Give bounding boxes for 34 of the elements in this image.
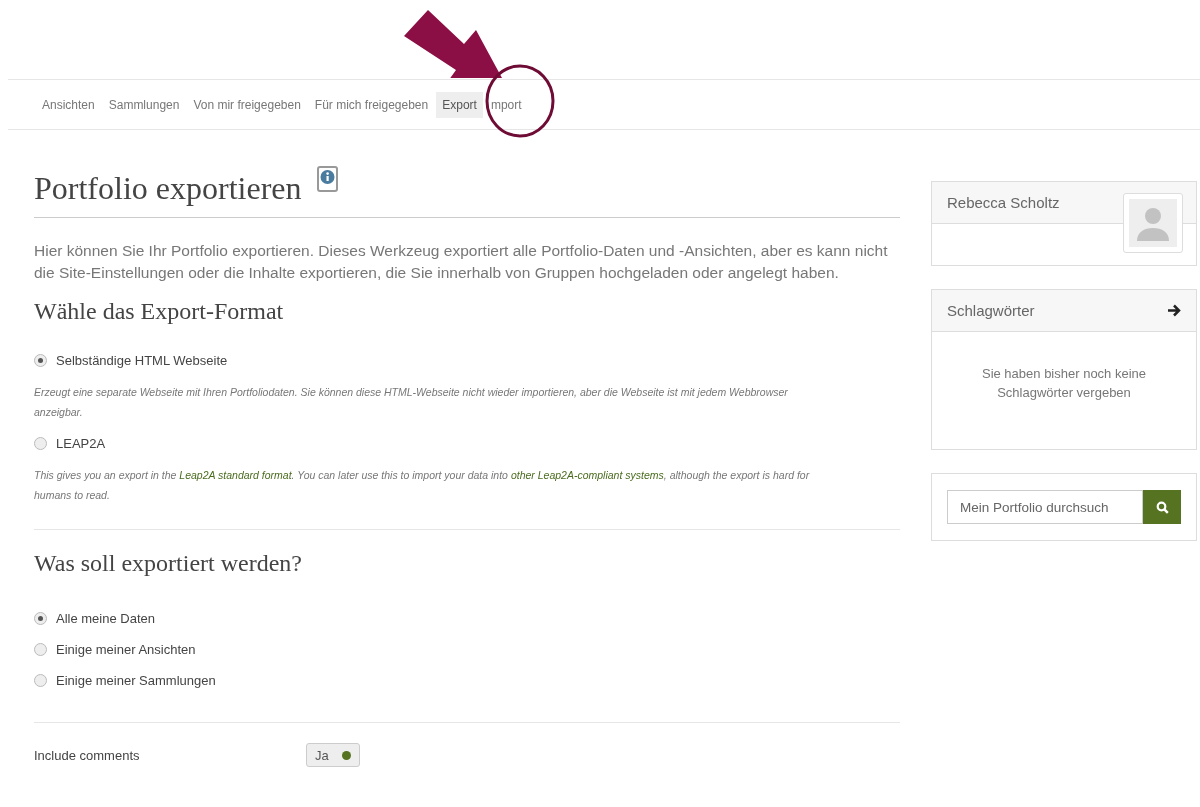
text-link[interactable]: other Leap2A-compliant systems bbox=[510, 469, 664, 481]
radio-button[interactable] bbox=[34, 612, 47, 625]
radio-option[interactable]: Einige meiner Ansichten bbox=[34, 642, 900, 657]
radio-button[interactable] bbox=[34, 437, 47, 450]
section-heading: Wähle das Export-Format bbox=[34, 298, 285, 325]
person-icon bbox=[1129, 199, 1177, 247]
nav-tab[interactable]: Export bbox=[436, 91, 483, 118]
nav-tab[interactable]: Sammlungen bbox=[102, 91, 186, 118]
card-title: Schlagwörter bbox=[947, 302, 1035, 319]
radio-button[interactable] bbox=[34, 354, 47, 367]
search-field[interactable]: Mein Portfolio durchsuch bbox=[947, 490, 1143, 524]
section-heading: Was soll exportiert werden? bbox=[34, 550, 303, 577]
toggle-switch[interactable]: Ja bbox=[306, 743, 360, 767]
text-link[interactable]: Leap2A standard format bbox=[179, 469, 292, 481]
info-icon[interactable] bbox=[317, 166, 339, 192]
radio-button[interactable] bbox=[34, 643, 47, 656]
field-label: Include comments bbox=[34, 747, 141, 763]
nav-tab[interactable]: Von mir freigegeben bbox=[187, 91, 307, 118]
intro-paragraph: Hier können Sie Ihr Portfolio exportieren. Dieses Werkzeug exportiert alle Portfolio-Daten und -Ansichten, aber es kann nicht die Site-Einstellungen oder die Inhalte exportieren, die Sie innerhalb von Gruppen hochgeladen oder angelegt haben. bbox=[34, 241, 889, 283]
search-icon bbox=[1155, 500, 1169, 514]
page-title: Portfolio exportieren bbox=[34, 170, 302, 207]
option-description: Erzeugt eine separate Webseite mit Ihren Portfoliodaten. Sie können diese HTML-Webseite nicht wieder importieren, aber die Webseite ist mit jedem Webbrowser anzeigbar. bbox=[34, 385, 789, 420]
nav-tab[interactable]: Für mich freigegeben bbox=[308, 91, 435, 118]
user-name: Rebecca Scholtz bbox=[947, 194, 1060, 211]
search-button[interactable] bbox=[1143, 490, 1181, 524]
radio-option[interactable]: Einige meiner Sammlungen bbox=[34, 673, 900, 688]
empty-message: Sie haben bisher noch keine Schlagwörter vergeben bbox=[980, 365, 1148, 402]
nav-tab[interactable]: Ansichten bbox=[36, 91, 101, 118]
radio-button[interactable] bbox=[34, 674, 47, 687]
arrow-right-icon[interactable] bbox=[1167, 304, 1181, 317]
radio-option[interactable]: LEAP2A bbox=[34, 436, 900, 451]
option-description: This gives you an export in the Leap2A standard format. You can later use this to import your data into other Leap2A-compliant systems, although the export is hard for humans to read. bbox=[34, 468, 811, 503]
radio-option[interactable]: Selbständige HTML Webseite bbox=[34, 353, 900, 368]
radio-option[interactable]: Alle meine Daten bbox=[34, 611, 900, 626]
